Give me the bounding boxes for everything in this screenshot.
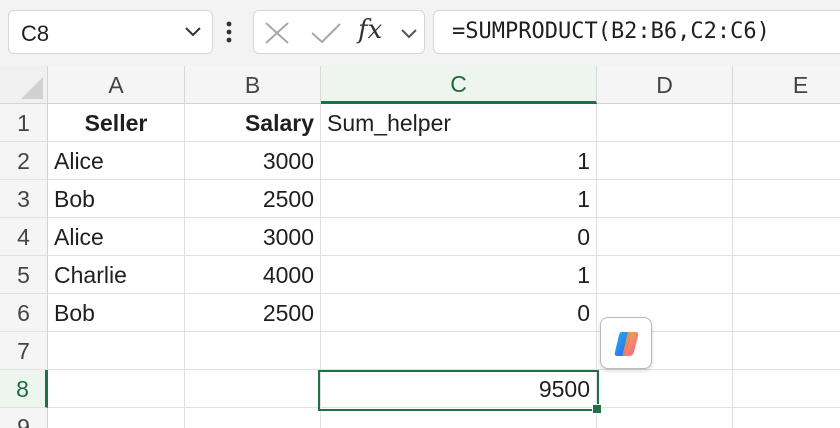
cell-a4[interactable]: Alice	[48, 218, 185, 256]
copilot-button[interactable]	[600, 317, 652, 369]
cell-d2[interactable]	[597, 142, 733, 180]
cell-c6[interactable]: 0	[321, 294, 597, 332]
cell-d4[interactable]	[597, 218, 733, 256]
cell-b9[interactable]	[185, 408, 321, 428]
formula-controls: fx	[253, 10, 425, 54]
cell-e2[interactable]	[733, 142, 840, 180]
row-header-2[interactable]: 2	[0, 142, 48, 180]
column-header-c[interactable]: C	[321, 66, 597, 104]
cell-a7[interactable]	[48, 332, 185, 370]
row-header-8[interactable]: 8	[0, 370, 48, 408]
cell-c7[interactable]	[321, 332, 597, 370]
cell-c1[interactable]: Sum_helper	[321, 104, 597, 142]
cell-a8[interactable]	[48, 370, 185, 408]
cell-a2[interactable]: Alice	[48, 142, 185, 180]
cell-d9[interactable]	[597, 408, 733, 428]
enter-check-icon[interactable]	[310, 22, 342, 49]
row-header-1[interactable]: 1	[0, 104, 48, 142]
cell-c9[interactable]	[321, 408, 597, 428]
cell-e3[interactable]	[733, 180, 840, 218]
cell-c3[interactable]: 1	[321, 180, 597, 218]
name-box-value: C8	[21, 21, 50, 46]
cell-e1[interactable]	[733, 104, 840, 142]
spreadsheet-grid: A B C D E 1 2 3 4 5 6 7 8 9 Seller Salar…	[0, 66, 840, 428]
cell-e9[interactable]	[733, 408, 840, 428]
cell-b5[interactable]: 4000	[185, 256, 321, 294]
column-header-b[interactable]: B	[185, 66, 321, 104]
cell-a9[interactable]	[48, 408, 185, 428]
cell-c5[interactable]: 1	[321, 256, 597, 294]
name-box[interactable]: C8	[8, 10, 213, 54]
cell-a1[interactable]: Seller	[48, 104, 185, 142]
cell-e7[interactable]	[733, 332, 840, 370]
cell-e6[interactable]	[733, 294, 840, 332]
cell-e4[interactable]	[733, 218, 840, 256]
cell-c8[interactable]: 9500	[321, 370, 597, 408]
formula-bar-area: C8 fx =SUMPRODUCT(B2:B6,C2:C6)	[0, 0, 840, 66]
cell-b8[interactable]	[185, 370, 321, 408]
row-header-4[interactable]: 4	[0, 218, 48, 256]
cell-b7[interactable]	[185, 332, 321, 370]
select-all-corner[interactable]	[0, 66, 48, 104]
cell-e5[interactable]	[733, 256, 840, 294]
column-header-a[interactable]: A	[48, 66, 185, 104]
cell-b1[interactable]: Salary	[185, 104, 321, 142]
cell-a3[interactable]: Bob	[48, 180, 185, 218]
fill-handle[interactable]	[592, 404, 602, 414]
cell-c4[interactable]: 0	[321, 218, 597, 256]
row-header-7[interactable]: 7	[0, 332, 48, 370]
formula-text: =SUMPRODUCT(B2:B6,C2:C6)	[452, 19, 770, 44]
cell-d8[interactable]	[597, 370, 733, 408]
copilot-icon	[614, 332, 639, 356]
insert-function-button[interactable]: fx	[358, 15, 382, 45]
row-header-6[interactable]: 6	[0, 294, 48, 332]
cell-d1[interactable]	[597, 104, 733, 142]
cell-b3[interactable]: 2500	[185, 180, 321, 218]
cell-c2[interactable]: 1	[321, 142, 597, 180]
cell-e8[interactable]	[733, 370, 840, 408]
cell-b2[interactable]: 3000	[185, 142, 321, 180]
row-header-3[interactable]: 3	[0, 180, 48, 218]
cell-a6[interactable]: Bob	[48, 294, 185, 332]
column-header-d[interactable]: D	[597, 66, 733, 104]
chevron-down-icon[interactable]	[184, 25, 202, 43]
cell-b4[interactable]: 3000	[185, 218, 321, 256]
cell-a5[interactable]: Charlie	[48, 256, 185, 294]
formula-input[interactable]: =SUMPRODUCT(B2:B6,C2:C6)	[433, 10, 840, 54]
cell-d5[interactable]	[597, 256, 733, 294]
row-header-5[interactable]: 5	[0, 256, 48, 294]
column-header-e[interactable]: E	[733, 66, 840, 104]
row-header-9[interactable]: 9	[0, 408, 48, 428]
more-options-icon[interactable]	[226, 20, 232, 49]
chevron-down-icon[interactable]	[400, 27, 418, 45]
cancel-icon[interactable]	[264, 22, 290, 49]
cell-d3[interactable]	[597, 180, 733, 218]
cell-b6[interactable]: 2500	[185, 294, 321, 332]
